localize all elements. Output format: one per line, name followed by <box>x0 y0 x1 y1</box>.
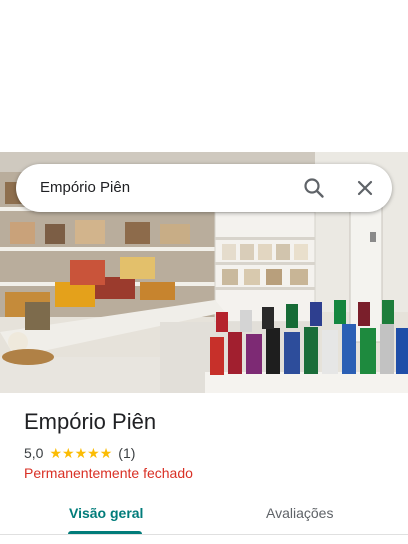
place-title: Empório Piên <box>24 409 157 434</box>
star-icon: ★ <box>62 445 75 461</box>
star-icon: ★ <box>74 445 88 461</box>
search-bar[interactable]: Empório Piên <box>16 164 392 212</box>
close-icon[interactable] <box>353 176 377 200</box>
tab-overview[interactable]: Visão geral <box>69 505 143 521</box>
star-icon: ★ <box>87 445 100 461</box>
rating-stars: ★ ★ ★ ★ ★ <box>49 446 112 460</box>
star-icon: ★ <box>99 445 113 461</box>
search-icon[interactable] <box>302 176 326 200</box>
rating-value: 5,0 <box>24 445 44 461</box>
rating-row[interactable]: 5,0 ★ ★ ★ ★ ★ (1) <box>24 444 135 462</box>
tabs-divider <box>0 534 408 535</box>
status-closed: Permanentemente fechado <box>24 465 193 481</box>
star-icon: ★ <box>49 445 63 461</box>
review-count[interactable]: (1) <box>118 445 135 461</box>
search-input[interactable]: Empório Piên <box>40 179 130 196</box>
tab-reviews[interactable]: Avaliações <box>266 505 333 521</box>
